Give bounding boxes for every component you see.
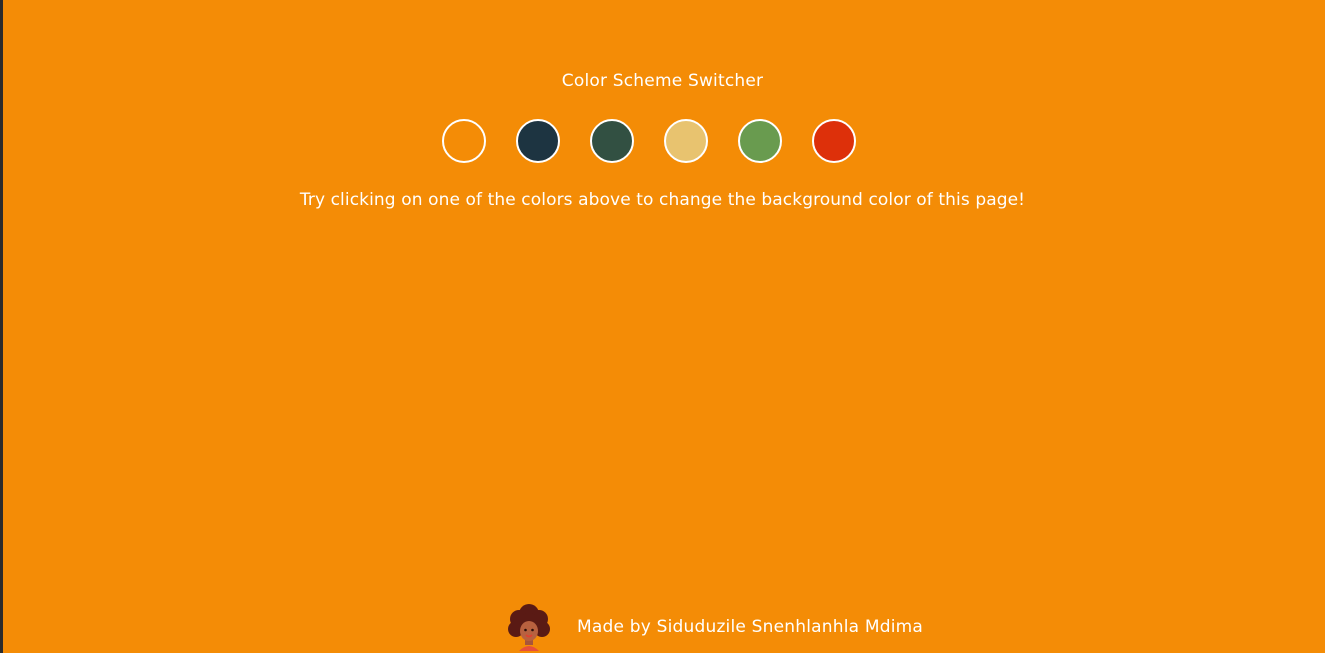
swatch-orange[interactable] (442, 119, 486, 163)
swatch-green[interactable] (738, 119, 782, 163)
instruction-text: Try clicking on one of the colors above … (299, 190, 1026, 210)
swatch-dark-green[interactable] (590, 119, 634, 163)
page-title: Color Scheme Switcher (561, 71, 764, 91)
swatch-sand[interactable] (664, 119, 708, 163)
swatch-red[interactable] (812, 119, 856, 163)
avatar-icon (508, 604, 550, 651)
color-swatches (442, 119, 856, 163)
swatch-dark-navy[interactable] (516, 119, 560, 163)
author-credit: Made by Siduduzile Snenhlanhla Mdima (577, 617, 924, 637)
left-edge-divider (0, 0, 3, 653)
footer: Made by Siduduzile Snenhlanhla Mdima (505, 603, 923, 651)
